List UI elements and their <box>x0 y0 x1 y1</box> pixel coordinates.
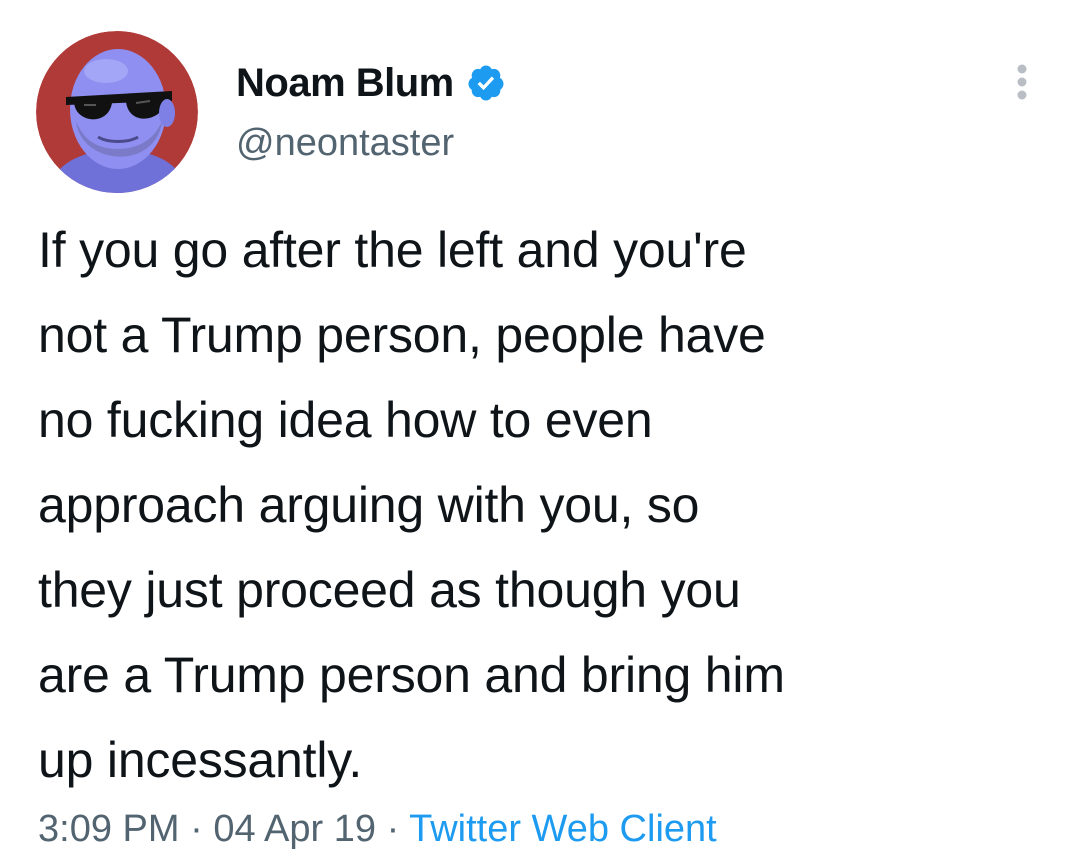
avatar-illustration-icon <box>36 31 198 193</box>
tweet-date[interactable]: 04 Apr 19 <box>213 808 376 850</box>
avatar[interactable] <box>36 31 198 193</box>
meta-separator: · <box>190 808 203 850</box>
author-handle[interactable]: @neontaster <box>236 122 454 165</box>
tweet: Noam Blum @neontaster If you go after th… <box>0 0 1080 859</box>
tweet-text: If you go after the left and you're not … <box>38 222 785 788</box>
author-name-row: Noam Blum <box>236 58 506 108</box>
tweet-source-link[interactable]: Twitter Web Client <box>409 808 717 850</box>
tweet-time[interactable]: 3:09 PM <box>38 808 180 850</box>
author-display-name[interactable]: Noam Blum <box>236 61 454 106</box>
more-options-icon[interactable] <box>1000 60 1044 104</box>
meta-separator: · <box>386 808 400 850</box>
tweet-metadata: 3:09 PM · 04 Apr 19 · Twitter Web Client <box>38 808 717 851</box>
verified-badge-icon <box>466 63 506 103</box>
